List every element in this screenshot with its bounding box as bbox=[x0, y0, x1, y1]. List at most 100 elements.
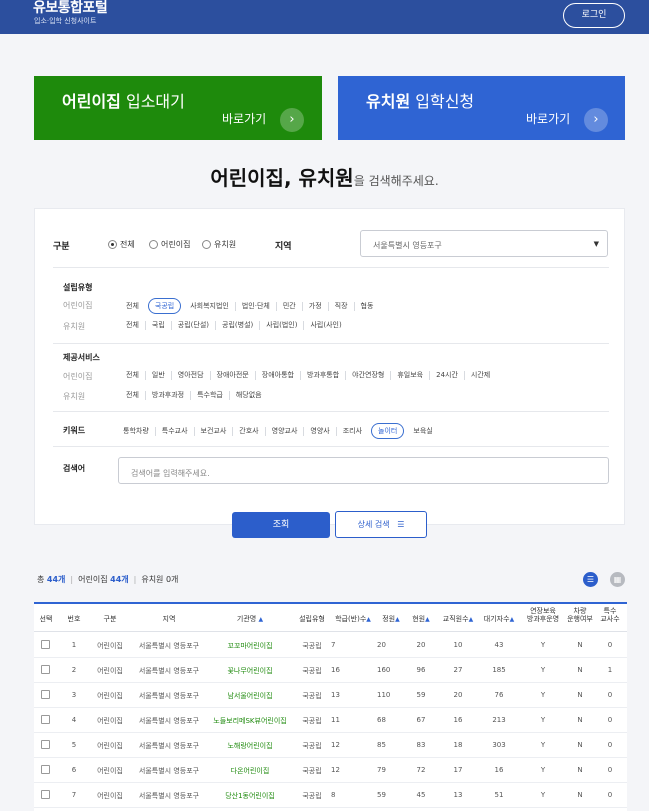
chip[interactable]: 보건교사 bbox=[193, 426, 233, 436]
row-checkbox[interactable] bbox=[41, 665, 50, 674]
radio-all[interactable]: 전체 bbox=[108, 239, 135, 250]
chip[interactable]: 통학차량 bbox=[123, 427, 155, 436]
th-classes[interactable]: 학급(반)수▲ bbox=[331, 614, 375, 624]
chip-selected[interactable]: 국공립 bbox=[147, 298, 182, 314]
chip[interactable]: 영아전담 bbox=[170, 371, 210, 380]
brand-logo[interactable]: 유보통합포털 bbox=[33, 0, 108, 17]
chip[interactable]: 장애아통합 bbox=[254, 371, 300, 380]
chip[interactable]: 24시간 bbox=[429, 371, 464, 380]
table-row[interactable]: 3 어린이집 서울특별시 영등포구 남서울어린이집 국공립 13 110 59 20 76 Y N 0 bbox=[34, 683, 627, 708]
cell-extended: Y bbox=[540, 741, 546, 749]
chip[interactable]: 방과후과정 bbox=[144, 391, 190, 400]
kindergarten-apply-card[interactable]: 유치원 입학신청 바로가기 › bbox=[338, 76, 625, 140]
cell-name[interactable]: 노들보리메SK뷰어린이집 bbox=[204, 716, 296, 726]
chip[interactable]: 사회복지법인 bbox=[184, 302, 235, 311]
chip[interactable]: 일반 bbox=[144, 371, 171, 380]
th-capacity[interactable]: 정원▲ bbox=[377, 614, 405, 624]
table-row[interactable]: 6 어린이집 서울특별시 영등포구 다온어린이집 국공립 12 79 72 17 16 Y N 0 bbox=[34, 758, 627, 783]
table-row[interactable]: 7 어린이집 서울특별시 영등포구 당산1동어린이집 국공립 8 59 45 13 51 Y N 0 bbox=[34, 783, 627, 808]
est-kinder-label: 유치원 bbox=[63, 322, 86, 331]
chip[interactable]: 민간 bbox=[275, 301, 302, 311]
est-kinder-chips: 전체 국립 공립(단설) 공립(병설) 사립(법인) 사립(사인) bbox=[126, 321, 348, 330]
chip[interactable]: 보육실 bbox=[407, 427, 438, 436]
cell-special: 0 bbox=[607, 716, 613, 724]
th-label: 교직원수 bbox=[442, 615, 469, 623]
chip[interactable]: 직장 bbox=[327, 301, 354, 311]
cell-name[interactable]: 남서울어린이집 bbox=[204, 691, 296, 701]
cell-name[interactable]: 꼬꼬마어린이집 bbox=[204, 641, 296, 651]
th-name[interactable]: 기관명 ▲ bbox=[204, 614, 296, 624]
chip[interactable]: 야간연장형 bbox=[345, 371, 390, 380]
chip[interactable]: 가정 bbox=[301, 301, 328, 311]
row-checkbox[interactable] bbox=[41, 640, 50, 649]
table-row[interactable]: 1 어린이집 서울특별시 영등포구 꼬꼬마어린이집 국공립 7 20 20 10 43 Y N 0 bbox=[34, 633, 627, 658]
row-checkbox[interactable] bbox=[41, 790, 50, 799]
chip[interactable]: 사립(법인) bbox=[259, 321, 303, 330]
chip[interactable]: 휴일보육 bbox=[390, 371, 429, 380]
th-waiting[interactable]: 대기자수▲ bbox=[479, 614, 519, 624]
chip[interactable]: 국립 bbox=[144, 321, 171, 330]
daycare-waitlist-card[interactable]: 어린이집 입소대기 바로가기 › bbox=[34, 76, 322, 140]
chip[interactable]: 법인·단체 bbox=[234, 301, 276, 311]
cell-waiting: 16 bbox=[494, 766, 504, 774]
chip[interactable]: 특수교사 bbox=[154, 426, 194, 436]
cell-name[interactable]: 다온어린이집 bbox=[204, 766, 296, 776]
chip[interactable]: 전체 bbox=[126, 371, 145, 380]
chevron-right-icon[interactable]: › bbox=[584, 108, 608, 132]
cell-current: 20 bbox=[416, 641, 426, 649]
cell-number: 7 bbox=[71, 791, 77, 799]
table-row[interactable]: 5 어린이집 서울특별시 영등포구 노해랑어린이집 국공립 12 85 83 18 303 Y N 0 bbox=[34, 733, 627, 758]
cell-number: 2 bbox=[71, 666, 77, 674]
chip[interactable]: 영양교사 bbox=[264, 426, 304, 436]
cell-type: 어린이집 bbox=[97, 717, 123, 725]
map-view-icon[interactable]: ▦ bbox=[610, 572, 625, 587]
search-input[interactable]: 검색어를 입력해주세요. bbox=[118, 457, 609, 484]
radio-label: 유치원 bbox=[214, 240, 237, 249]
chip[interactable]: 조리사 bbox=[335, 426, 368, 436]
table-row[interactable]: 2 어린이집 서울특별시 영등포구 꽃나무어린이집 국공립 16 160 96 27 185 Y N 1 bbox=[34, 658, 627, 683]
th-staff[interactable]: 교직원수▲ bbox=[437, 614, 479, 624]
radio-kindergarten[interactable]: 유치원 bbox=[202, 239, 236, 250]
cell-staff: 18 bbox=[453, 741, 463, 749]
chip[interactable]: 공립(단설) bbox=[170, 321, 215, 330]
login-button[interactable]: 로그인 bbox=[563, 3, 625, 28]
region-select[interactable]: 서울특별시 영등포구 ▼ bbox=[360, 230, 608, 257]
chip[interactable]: 공립(병설) bbox=[215, 321, 259, 330]
cell-special: 0 bbox=[607, 766, 613, 774]
sort-icon: ▲ bbox=[395, 616, 400, 623]
chevron-right-icon[interactable]: › bbox=[280, 108, 304, 132]
chip[interactable]: 특수학급 bbox=[190, 391, 229, 400]
kindergarten-label: 유치원 bbox=[141, 575, 164, 584]
radio-daycare[interactable]: 어린이집 bbox=[149, 239, 190, 250]
cell-special: 0 bbox=[607, 641, 613, 649]
row-checkbox[interactable] bbox=[41, 690, 50, 699]
chip-selected[interactable]: 놀이터 bbox=[371, 423, 405, 439]
chip[interactable]: 전체 bbox=[126, 302, 145, 311]
cell-name[interactable]: 당산1동어린이집 bbox=[204, 791, 296, 801]
row-checkbox[interactable] bbox=[41, 715, 50, 724]
headline-strong: 어린이집, 유치원 bbox=[210, 166, 354, 190]
radio-icon bbox=[149, 240, 158, 249]
table-row[interactable]: 4 어린이집 서울특별시 영등포구 노들보리메SK뷰어린이집 국공립 11 68 67 16 21… bbox=[34, 708, 627, 733]
cell-vehicle: N bbox=[577, 741, 583, 749]
chip[interactable]: 협동 bbox=[353, 301, 380, 311]
chip[interactable]: 방과후통합 bbox=[299, 371, 345, 380]
row-checkbox[interactable] bbox=[41, 765, 50, 774]
detail-search-button[interactable]: 상세 검색 ☰ bbox=[335, 511, 427, 538]
cell-name[interactable]: 꽃나무어린이집 bbox=[204, 666, 296, 676]
chip[interactable]: 사립(사인) bbox=[303, 321, 347, 330]
chip[interactable]: 영양사 bbox=[303, 426, 335, 436]
list-view-icon[interactable]: ☰ bbox=[583, 572, 598, 587]
cell-waiting: 76 bbox=[494, 691, 504, 699]
chip[interactable]: 전체 bbox=[126, 321, 145, 330]
cell-name[interactable]: 노해랑어린이집 bbox=[204, 741, 296, 751]
chip[interactable]: 시간제 bbox=[463, 371, 496, 380]
chip[interactable]: 해당없음 bbox=[228, 391, 268, 400]
chip[interactable]: 장애아전문 bbox=[209, 371, 255, 380]
search-button[interactable]: 조회 bbox=[232, 512, 330, 538]
cell-capacity: 160 bbox=[377, 666, 391, 674]
chip[interactable]: 간호사 bbox=[232, 426, 264, 436]
th-current[interactable]: 현원▲ bbox=[407, 614, 435, 624]
chip[interactable]: 전체 bbox=[126, 391, 145, 400]
row-checkbox[interactable] bbox=[41, 740, 50, 749]
